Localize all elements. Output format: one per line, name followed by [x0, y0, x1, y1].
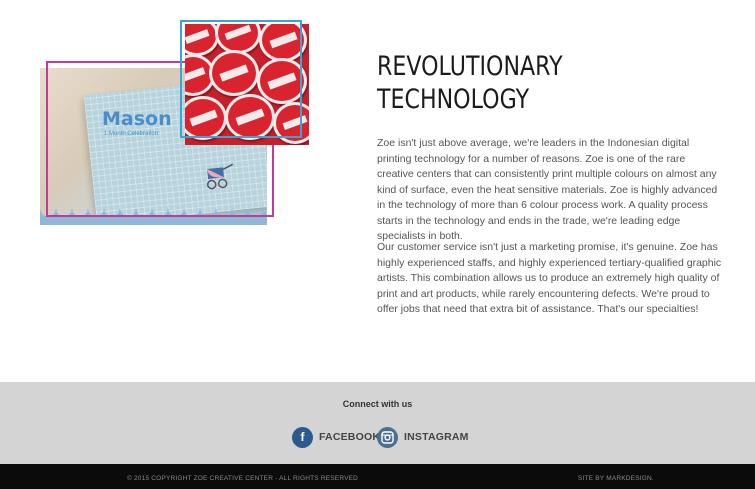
instagram-link[interactable]: INSTAGRAM: [377, 426, 469, 448]
footer: Connect with us f FACEBOOK INSTAGRAM: [0, 382, 755, 464]
facebook-link[interactable]: f FACEBOOK: [292, 426, 380, 448]
instagram-label: INSTAGRAM: [404, 431, 469, 443]
hero-section: Mason 1 Month Celebration REVOLUTIONARY: [0, 0, 755, 382]
cyan-frame: [180, 20, 302, 138]
page-title: REVOLUTIONARY TECHNOLOGY: [377, 50, 721, 116]
instagram-icon: [377, 426, 398, 448]
copyright-text: © 2015 COPYRIGHT ZOE CREATIVE CENTER - A…: [127, 475, 359, 482]
facebook-label: FACEBOOK: [319, 431, 381, 443]
connect-title: Connect with us: [342, 399, 413, 409]
headline-line1: REVOLUTIONARY: [377, 51, 563, 82]
intro-paragraph: Zoe isn't just above average, we're lead…: [377, 137, 718, 242]
service-paragraph: Our customer service isn't just a market…: [377, 241, 722, 315]
facebook-icon: f: [292, 426, 313, 448]
image-collage: Mason 1 Month Celebration: [40, 20, 312, 230]
headline-line2: TECHNOLOGY: [377, 84, 530, 115]
bottom-bar: © 2015 COPYRIGHT ZOE CREATIVE CENTER - A…: [0, 464, 755, 489]
page: Mason 1 Month Celebration REVOLUTIONARY: [0, 0, 755, 489]
about-text-block: REVOLUTIONARY TECHNOLOGY Zoe isn't just …: [377, 50, 722, 315]
site-credit-link[interactable]: SITE BY MARKDESIGN.: [578, 475, 654, 482]
